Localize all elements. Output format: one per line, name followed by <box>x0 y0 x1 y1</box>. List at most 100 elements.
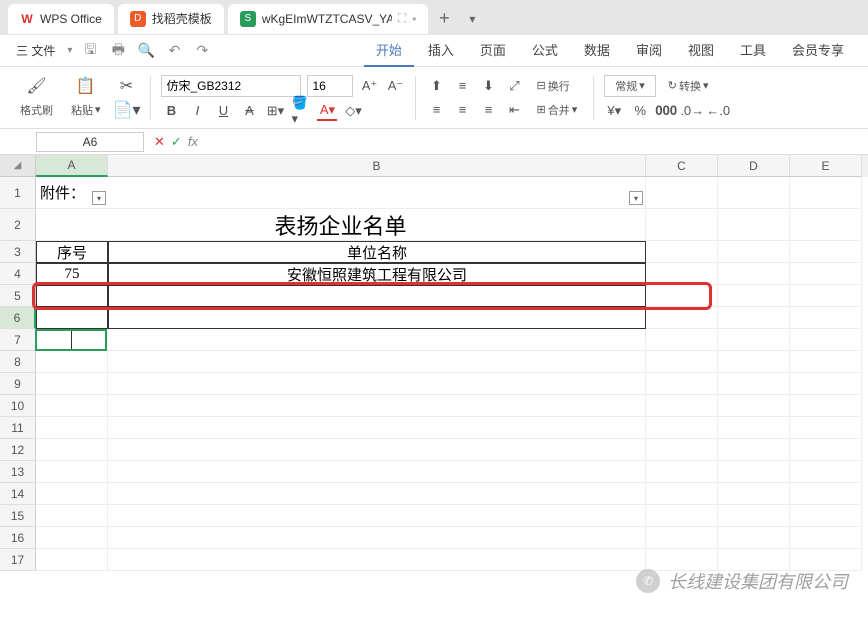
cell[interactable] <box>36 395 108 417</box>
menu-tab-tools[interactable]: 工具 <box>728 34 778 67</box>
cell[interactable] <box>646 373 718 395</box>
cell[interactable] <box>108 307 646 329</box>
menu-tab-data[interactable]: 数据 <box>572 34 622 67</box>
preview-icon[interactable]: 🔍 <box>136 41 156 61</box>
align-left-icon[interactable]: ≡ <box>426 100 446 120</box>
paste-button[interactable]: 粘贴 ▾ <box>65 100 107 120</box>
row-header[interactable]: 10 <box>0 395 36 417</box>
wrap-text-button[interactable]: ⊟ 换行 <box>530 76 575 96</box>
tab-templates[interactable]: D 找稻壳模板 <box>118 4 224 34</box>
cell[interactable] <box>790 395 862 417</box>
cell[interactable] <box>790 461 862 483</box>
clear-format-button[interactable]: ◇▾ <box>343 101 363 121</box>
cell[interactable] <box>718 373 790 395</box>
cell-header-seq[interactable]: 序号 <box>36 241 108 263</box>
cell[interactable] <box>790 209 862 241</box>
merge-button[interactable]: ⊞ 合并 ▾ <box>530 100 583 120</box>
tab-wps-home[interactable]: W WPS Office <box>8 4 114 34</box>
save-icon[interactable]: 🖫 <box>80 41 100 61</box>
cut-icon[interactable]: ✂ <box>120 76 133 96</box>
menu-tab-start[interactable]: 开始 <box>364 34 414 67</box>
cell-title[interactable]: 表扬企业名单 <box>36 209 646 241</box>
menu-tab-review[interactable]: 审阅 <box>624 34 674 67</box>
align-top-icon[interactable]: ⬆ <box>426 76 446 96</box>
cell[interactable] <box>108 329 646 351</box>
increase-font-icon[interactable]: A⁺ <box>359 76 379 96</box>
cell[interactable] <box>790 329 862 351</box>
cell[interactable] <box>790 241 862 263</box>
col-header[interactable]: E <box>790 155 862 177</box>
cell[interactable] <box>36 527 108 549</box>
menu-tab-page[interactable]: 页面 <box>468 34 518 67</box>
cell[interactable] <box>718 177 790 209</box>
cell[interactable] <box>36 439 108 461</box>
cell[interactable] <box>108 439 646 461</box>
cell[interactable] <box>718 285 790 307</box>
redo-icon[interactable]: ↷ <box>192 41 212 61</box>
font-color-button[interactable]: A▾ <box>317 101 337 121</box>
align-middle-icon[interactable]: ≡ <box>452 76 472 96</box>
cell[interactable] <box>646 285 718 307</box>
cell[interactable] <box>718 439 790 461</box>
cell-data-name[interactable]: 安徽恒照建筑工程有限公司 <box>108 263 646 285</box>
row-header[interactable]: 9 <box>0 373 36 395</box>
menu-tab-member[interactable]: 会员专享 <box>780 34 856 67</box>
cell[interactable] <box>646 439 718 461</box>
row-header[interactable]: 12 <box>0 439 36 461</box>
bold-button[interactable]: B <box>161 101 181 121</box>
cell[interactable] <box>108 417 646 439</box>
copy-icon[interactable]: 📄▾ <box>113 100 141 120</box>
cell[interactable] <box>646 307 718 329</box>
underline-button[interactable]: U <box>213 101 233 121</box>
select-all-corner[interactable]: ◢ <box>0 155 36 177</box>
cell[interactable] <box>108 351 646 373</box>
cell[interactable] <box>718 241 790 263</box>
percent-icon[interactable]: % <box>630 101 650 121</box>
cell[interactable] <box>36 417 108 439</box>
cell[interactable] <box>36 351 108 373</box>
cell[interactable] <box>790 417 862 439</box>
strikethrough-button[interactable]: A <box>239 101 259 121</box>
file-menu[interactable]: 三 文件 <box>12 42 59 59</box>
row-header[interactable]: 15 <box>0 505 36 527</box>
number-format-select[interactable]: 常规 ▾ <box>604 75 656 97</box>
fill-color-button[interactable]: 🪣▾ <box>291 101 311 121</box>
cell[interactable] <box>646 351 718 373</box>
font-size-select[interactable] <box>307 75 353 97</box>
format-painter-icon[interactable]: 🖌 <box>26 76 46 96</box>
filter-icon[interactable]: ▾ <box>629 191 643 205</box>
cell[interactable] <box>36 329 108 351</box>
cell[interactable] <box>718 209 790 241</box>
undo-icon[interactable]: ↶ <box>164 41 184 61</box>
cell-data-seq[interactable]: 75 <box>36 263 108 285</box>
col-header[interactable]: A <box>36 155 108 177</box>
cell[interactable] <box>108 549 646 571</box>
indent-icon[interactable]: ⇤ <box>504 100 524 120</box>
tab-document[interactable]: S wKgEImWTZTCASV_YAAAyk ⛶ • <box>228 4 429 34</box>
print-icon[interactable]: 🖶 <box>108 41 128 61</box>
cell[interactable] <box>646 241 718 263</box>
cell-attach[interactable]: 附件： ▾ ▾ <box>36 177 646 209</box>
col-header[interactable]: B <box>108 155 646 177</box>
cell[interactable] <box>718 461 790 483</box>
col-header[interactable]: C <box>646 155 718 177</box>
add-tab-button[interactable]: + <box>432 7 456 31</box>
cell[interactable] <box>36 549 108 571</box>
cell[interactable] <box>646 461 718 483</box>
row-header[interactable]: 2 <box>0 209 36 241</box>
convert-button[interactable]: ↻ 转换 ▾ <box>662 76 715 96</box>
cell[interactable] <box>718 417 790 439</box>
menu-tab-insert[interactable]: 插入 <box>416 34 466 67</box>
cell[interactable] <box>36 461 108 483</box>
cell[interactable] <box>790 177 862 209</box>
comma-icon[interactable]: 𝟎𝟎𝟎 <box>656 101 676 121</box>
confirm-icon[interactable]: ✓ <box>171 134 182 150</box>
align-bottom-icon[interactable]: ⬇ <box>478 76 498 96</box>
row-header[interactable]: 3 <box>0 241 36 263</box>
font-family-select[interactable] <box>161 75 301 97</box>
align-right-icon[interactable]: ≡ <box>478 100 498 120</box>
name-box[interactable] <box>36 132 144 152</box>
cell[interactable] <box>646 263 718 285</box>
row-header[interactable]: 13 <box>0 461 36 483</box>
cell[interactable] <box>790 373 862 395</box>
